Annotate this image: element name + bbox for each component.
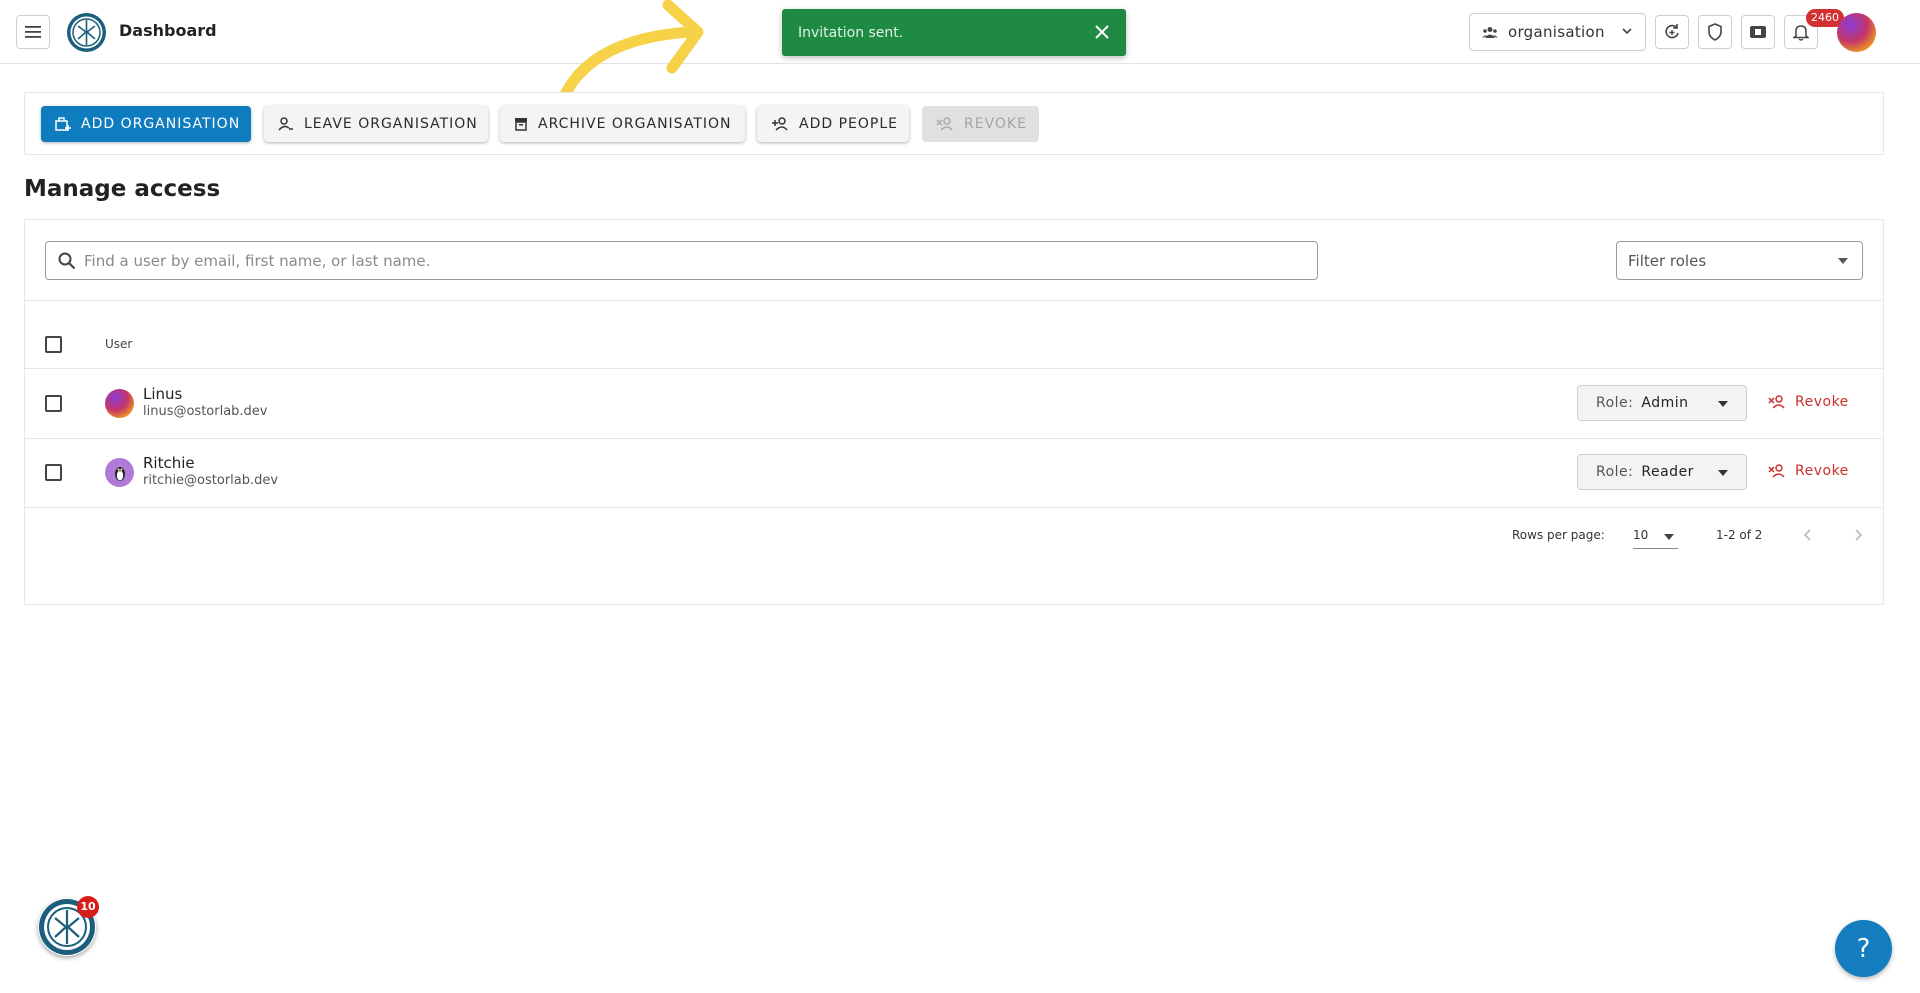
penguin-icon [114, 466, 125, 481]
user-email: ritchie@ostorlab.dev [143, 473, 279, 488]
organisation-select[interactable]: organisation [1469, 13, 1646, 51]
rows-per-page-select[interactable]: 10 [1633, 525, 1678, 549]
ticket-icon [1750, 26, 1766, 38]
next-page-button[interactable] [1848, 525, 1868, 545]
chevron-right-icon [1855, 529, 1863, 541]
pagination-range: 1-2 of 2 [1716, 528, 1763, 542]
organisation-select-label: organisation [1508, 23, 1605, 41]
chevron-down-icon [1622, 28, 1632, 35]
select-all-checkbox[interactable] [45, 336, 62, 353]
user-name: Linus [143, 385, 183, 403]
search-input[interactable] [84, 251, 1264, 270]
caret-down-icon [1838, 258, 1848, 264]
add-organisation-button[interactable]: ADD ORGANISATION [41, 106, 251, 142]
scan-button[interactable] [1655, 15, 1689, 49]
archive-organisation-button[interactable]: ARCHIVE ORGANISATION [500, 106, 745, 142]
leave-organisation-button[interactable]: LEAVE ORGANISATION [264, 106, 488, 142]
filter-roles-select[interactable]: Filter roles [1616, 241, 1863, 280]
revoke-user-button[interactable]: Revoke [1768, 463, 1849, 479]
chevron-left-icon [1803, 529, 1811, 541]
avatar [105, 389, 134, 418]
user-name: Ritchie [143, 454, 195, 472]
refresh-add-icon [1665, 24, 1679, 39]
revoke-user-button[interactable]: Revoke [1768, 394, 1849, 410]
table-header [24, 330, 1884, 369]
previous-page-button[interactable] [1798, 525, 1818, 545]
caret-down-icon [1664, 534, 1674, 540]
role-value: Reader [1641, 464, 1694, 480]
role-value: Admin [1641, 395, 1689, 411]
hamburger-icon [25, 26, 41, 38]
user-avatar[interactable] [1837, 13, 1876, 52]
tickets-button[interactable] [1741, 15, 1775, 49]
search-icon [58, 252, 76, 269]
page-title: Dashboard [119, 21, 217, 40]
row-checkbox[interactable] [45, 464, 62, 481]
app-logo[interactable] [66, 12, 107, 53]
group-icon [1482, 27, 1498, 38]
revoke-label: REVOKE [964, 116, 1027, 132]
section-title: Manage access [24, 176, 221, 202]
revoke-link-label: Revoke [1795, 463, 1849, 479]
caret-down-icon [1718, 401, 1728, 407]
security-button[interactable] [1698, 15, 1732, 49]
add-people-button[interactable]: ADD PEOPLE [757, 106, 909, 142]
user-email: linus@ostorlab.dev [143, 404, 268, 419]
toast-close-button[interactable] [1092, 22, 1112, 42]
role-select[interactable]: Role: Admin [1577, 385, 1747, 421]
avatar [105, 458, 134, 487]
role-label: Role: [1596, 395, 1634, 411]
person-revoke-icon [936, 117, 953, 131]
app-root: Dashboard organisation 2460 Invitation s… [0, 0, 1920, 993]
widget-badge: 10 [77, 896, 99, 918]
role-label: Role: [1596, 464, 1634, 480]
person-add-icon [772, 117, 788, 131]
person-revoke-icon [1768, 464, 1785, 478]
person-revoke-icon [1768, 395, 1785, 409]
revoke-link-label: Revoke [1795, 394, 1849, 410]
user-search[interactable] [45, 241, 1318, 280]
add-organisation-label: ADD ORGANISATION [81, 116, 241, 132]
add-business-icon [55, 117, 71, 131]
add-people-label: ADD PEOPLE [799, 116, 898, 132]
success-toast: Invitation sent. [782, 9, 1126, 56]
shield-icon [1708, 23, 1722, 41]
divider [24, 300, 1884, 301]
leave-organisation-label: LEAVE ORGANISATION [304, 116, 478, 132]
person-remove-icon [278, 117, 293, 131]
toast-message: Invitation sent. [798, 24, 904, 41]
help-label: ? [1856, 933, 1871, 964]
menu-button[interactable] [16, 15, 50, 49]
archive-icon [515, 118, 527, 131]
filter-roles-placeholder: Filter roles [1628, 251, 1707, 270]
caret-down-icon [1718, 470, 1728, 476]
rows-per-page-label: Rows per page: [1512, 528, 1605, 542]
role-select[interactable]: Role: Reader [1577, 454, 1747, 490]
archive-organisation-label: ARCHIVE ORGANISATION [538, 116, 732, 132]
help-button[interactable]: ? [1835, 920, 1892, 977]
rows-per-page-value: 10 [1633, 528, 1649, 542]
bell-icon [1793, 25, 1809, 41]
close-icon [1095, 25, 1109, 39]
row-checkbox[interactable] [45, 395, 62, 412]
column-header-user: User [105, 337, 133, 351]
revoke-button[interactable]: REVOKE [922, 106, 1039, 142]
